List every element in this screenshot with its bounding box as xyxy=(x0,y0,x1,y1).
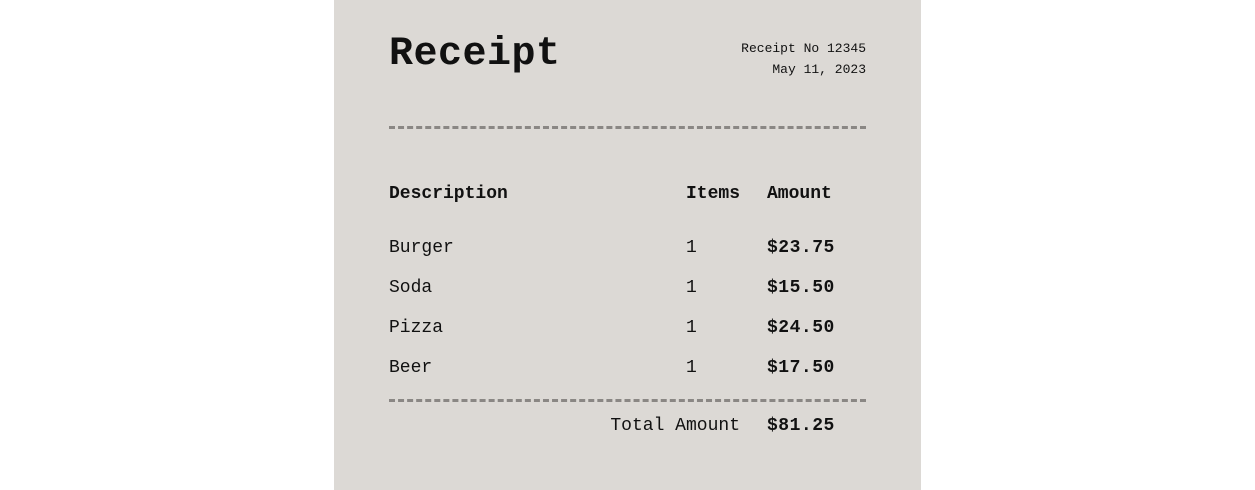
table-row: Beer 1 $17.50 xyxy=(389,356,866,380)
row-amount: $24.50 xyxy=(767,318,835,338)
receipt-paper: Receipt Receipt No 12345 May 11, 2023 De… xyxy=(334,0,921,490)
row-amount: $15.50 xyxy=(767,278,835,298)
row-items: 1 xyxy=(686,238,697,258)
table-header: Description Items Amount xyxy=(389,182,866,206)
bottom-divider xyxy=(389,399,866,402)
table-row: Burger 1 $23.75 xyxy=(389,236,866,260)
receipt-meta: Receipt No 12345 May 11, 2023 xyxy=(741,38,866,80)
table-row: Soda 1 $15.50 xyxy=(389,276,866,300)
receipt-date: May 11, 2023 xyxy=(772,62,866,77)
row-items: 1 xyxy=(686,358,697,378)
row-items: 1 xyxy=(686,278,697,298)
receipt-title: Receipt xyxy=(389,32,561,77)
row-amount: $23.75 xyxy=(767,238,835,258)
total-row: Total Amount $81.25 xyxy=(389,414,866,438)
row-description: Soda xyxy=(389,278,433,298)
row-amount: $17.50 xyxy=(767,358,835,378)
header-amount: Amount xyxy=(767,184,832,204)
total-label: Total Amount xyxy=(610,416,740,436)
table-row: Pizza 1 $24.50 xyxy=(389,316,866,340)
row-description: Burger xyxy=(389,238,454,258)
row-description: Beer xyxy=(389,358,433,378)
header-description: Description xyxy=(389,184,508,204)
header-items: Items xyxy=(686,184,741,204)
top-divider xyxy=(389,126,866,129)
total-value: $81.25 xyxy=(767,416,835,436)
receipt-number: Receipt No 12345 xyxy=(741,41,866,56)
row-items: 1 xyxy=(686,318,697,338)
row-description: Pizza xyxy=(389,318,444,338)
